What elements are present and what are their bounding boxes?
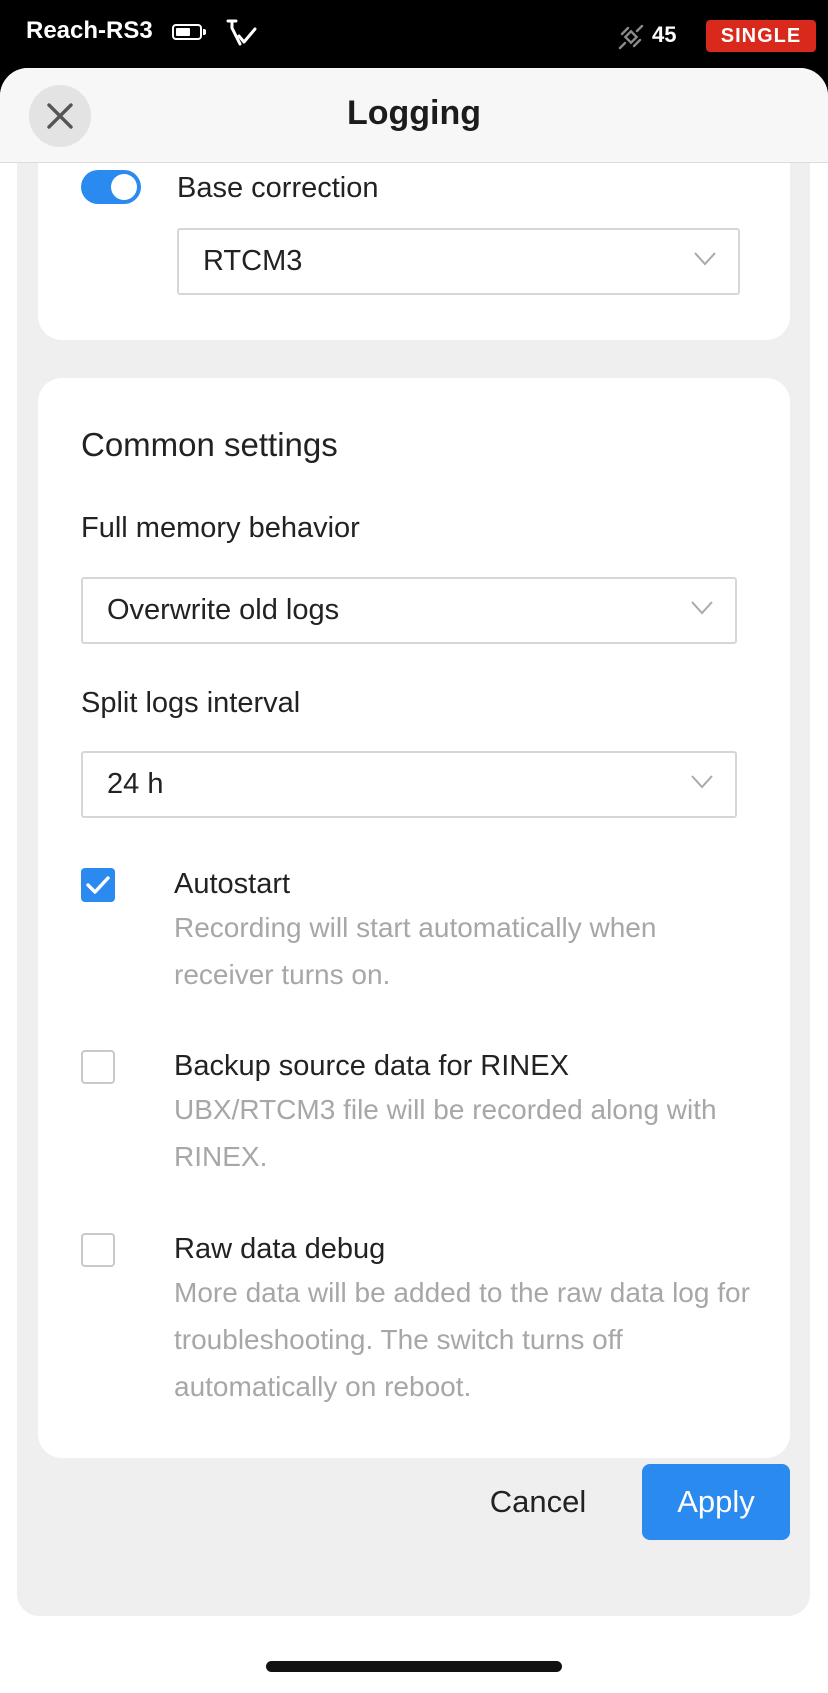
- chevron-down-icon: [691, 775, 713, 789]
- settings-panel[interactable]: Base correction RTCM3 Common settings Fu…: [17, 162, 810, 1616]
- solution-status-badge: SINGLE: [706, 20, 816, 52]
- split-logs-interval-select[interactable]: 24 h: [81, 751, 737, 818]
- battery-icon: [172, 24, 206, 40]
- device-name: Reach-RS3: [26, 17, 153, 44]
- select-value: 24 h: [107, 768, 164, 800]
- base-correction-label: Base correction: [177, 172, 379, 204]
- raw-data-debug-checkbox[interactable]: [81, 1233, 115, 1267]
- raw-data-debug-title: Raw data debug: [174, 1233, 386, 1265]
- select-value: Overwrite old logs: [107, 594, 340, 626]
- survey-tool-icon: [226, 19, 257, 46]
- select-value: RTCM3: [203, 245, 303, 277]
- raw-data-debug-description: More data will be added to the raw data …: [174, 1277, 750, 1402]
- full-memory-label: Full memory behavior: [81, 512, 360, 544]
- base-correction-card: Base correction RTCM3: [38, 162, 790, 340]
- status-bar: Reach-RS3 45 SINGLE: [0, 0, 828, 70]
- base-correction-format-select[interactable]: RTCM3: [177, 228, 740, 295]
- autostart-checkbox[interactable]: [81, 868, 115, 902]
- common-settings-card: Common settings Full memory behavior Ove…: [38, 378, 790, 1458]
- cancel-button[interactable]: Cancel: [448, 1464, 628, 1540]
- apply-button[interactable]: Apply: [642, 1464, 790, 1540]
- toggle-knob: [111, 174, 137, 200]
- autostart-description: Recording will start automatically when …: [174, 912, 657, 990]
- page-title: Logging: [346, 94, 482, 132]
- split-interval-label: Split logs interval: [81, 687, 301, 719]
- chevron-down-icon: [694, 252, 716, 266]
- autostart-title: Autostart: [174, 868, 291, 900]
- backup-rinex-title: Backup source data for RINEX: [174, 1050, 569, 1082]
- base-correction-toggle[interactable]: [81, 170, 141, 204]
- checkmark-icon: [86, 876, 110, 894]
- sheet-header: Logging: [0, 68, 828, 163]
- chevron-down-icon: [691, 601, 713, 615]
- section-title: Common settings: [81, 426, 338, 463]
- logging-sheet: Logging Base correction RTCM3 Common set…: [0, 68, 828, 1693]
- satellite-count: 45: [652, 22, 677, 47]
- full-memory-behavior-select[interactable]: Overwrite old logs: [81, 577, 737, 644]
- backup-rinex-checkbox[interactable]: [81, 1050, 115, 1084]
- satellite-icon: [618, 24, 644, 50]
- home-indicator[interactable]: [266, 1661, 562, 1672]
- backup-rinex-description: UBX/RTCM3 file will be recorded along wi…: [174, 1094, 717, 1172]
